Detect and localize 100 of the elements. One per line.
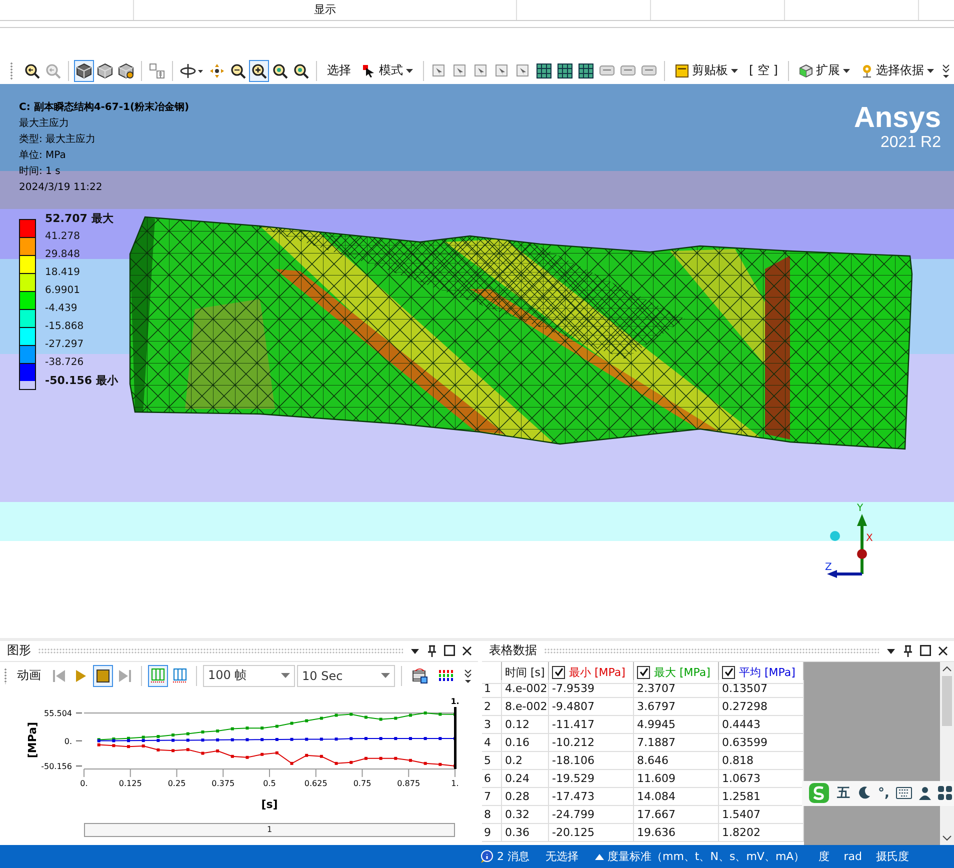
maximize-icon[interactable] (920, 645, 931, 656)
clipboard-icon (675, 64, 689, 78)
row-number: 3 (482, 716, 502, 734)
cube-icon (799, 64, 813, 78)
data-point (112, 744, 116, 747)
data-point (172, 748, 175, 752)
result-title: C: 副本瞬态结构4-67-1(粉末冶金钢) (19, 100, 190, 115)
table-cell: 0.28 (502, 788, 549, 806)
scroll-up-icon[interactable] (942, 664, 952, 673)
legend-value: 18.419 (45, 266, 81, 280)
caret-icon (927, 68, 934, 73)
table-cell: 0.24 (502, 770, 549, 788)
toolbar-menu-button[interactable]: 剪贴板 (670, 60, 743, 82)
apps-grid-icon[interactable] (938, 786, 952, 800)
table-cell: -10.212 (549, 734, 634, 752)
toolbar-overflow-icon[interactable] (464, 668, 472, 684)
color-grid-icon[interactable] (438, 668, 454, 683)
table-cell: 14.084 (634, 788, 719, 806)
x-axis-title: [s] (261, 798, 278, 811)
row-number: 5 (482, 752, 502, 770)
film-export-icon[interactable] (412, 668, 428, 684)
close-icon[interactable] (462, 646, 472, 656)
toolbar-overflow-icon[interactable] (942, 62, 950, 79)
angle-unit-status[interactable]: 度 (818, 849, 830, 864)
pin-icon[interactable] (903, 644, 913, 657)
data-point (260, 752, 264, 756)
time-marker[interactable] (454, 706, 456, 769)
toolbar-text-button[interactable]: 选择 (322, 60, 356, 82)
toolbar-menu-button[interactable]: 扩展 (794, 60, 855, 82)
temperature-unit-status[interactable]: 摄氏度 (876, 849, 909, 864)
table-cell: 0.12 (502, 716, 549, 734)
caret-icon (731, 68, 738, 73)
toolbar-menu-button[interactable]: 选择依据 (856, 60, 939, 82)
unit-system-status[interactable]: 度量标准（mm、t、N、s、mV、mA） (608, 849, 805, 864)
time-slider[interactable]: 1 (84, 822, 455, 837)
data-point (216, 749, 220, 752)
data-point (305, 738, 308, 741)
legend-value: 52.707 最大 (45, 210, 114, 227)
column-chart-icon[interactable] (148, 664, 168, 687)
table-cell: 4.e-002 (502, 680, 549, 698)
cube-icon[interactable] (74, 60, 94, 82)
y-axis-title: [MPa] (26, 722, 39, 758)
angular-velocity-unit-status[interactable]: rad (844, 850, 862, 864)
input-method-logo-icon[interactable] (808, 782, 830, 804)
data-point (334, 737, 338, 740)
legend-value: -15.868 (45, 320, 85, 334)
caret-icon (594, 854, 604, 860)
column-checkbox[interactable] (722, 666, 735, 679)
moon-icon[interactable] (857, 786, 871, 800)
y-tick-label: 55.504 (44, 708, 72, 718)
table-cell: 8.646 (634, 752, 719, 770)
row-number: 9 (482, 824, 502, 842)
zoom-icon[interactable] (249, 60, 269, 82)
toolbar-text-button[interactable]: [ 空 ] (744, 60, 783, 82)
data-point (142, 744, 145, 748)
keyboard-icon[interactable] (896, 787, 912, 800)
data-point (408, 714, 412, 717)
axis-triad-drawing (827, 514, 867, 578)
pin-icon[interactable] (427, 644, 437, 657)
toolbar-menu-button[interactable]: 模式 (357, 60, 418, 82)
data-point (230, 738, 234, 742)
data-point (186, 732, 190, 736)
result-info-line: 最大主应力 (19, 116, 70, 131)
data-point (424, 736, 427, 740)
axis-label: X (866, 532, 873, 544)
data-point (438, 712, 442, 716)
frames-dropdown[interactable]: 100 帧 (203, 664, 295, 687)
data-point (364, 756, 368, 760)
data-point (394, 756, 398, 760)
data-point (320, 716, 323, 720)
input-mode-label[interactable]: 五 (837, 784, 850, 802)
user-icon[interactable] (919, 786, 932, 800)
column-header: 最大 [MPa] (654, 664, 710, 680)
cursor-icon (362, 64, 376, 78)
scroll-down-icon[interactable] (942, 834, 952, 842)
stop-icon[interactable] (93, 664, 113, 687)
scroll-thumb[interactable] (942, 676, 952, 726)
legend-value: 41.278 (45, 230, 81, 244)
column-checkbox[interactable] (552, 666, 565, 679)
close-icon[interactable] (938, 646, 948, 656)
x-tick-label: 0.875 (397, 778, 420, 788)
unit-system-status[interactable] (594, 854, 604, 860)
maximize-icon[interactable] (444, 645, 455, 656)
toolbar-grip[interactable] (10, 62, 13, 80)
data-point (305, 754, 308, 757)
data-point (305, 719, 308, 722)
data-point (275, 738, 278, 741)
duration-dropdown[interactable]: 10 Sec (297, 664, 395, 687)
data-point (350, 760, 353, 764)
punctuation-mode-label[interactable]: °, (878, 786, 890, 801)
info-icon[interactable] (480, 850, 494, 864)
x-tick-label: 0. (80, 778, 88, 788)
messages-status[interactable]: 2 消息 (497, 849, 530, 864)
data-point (364, 736, 368, 740)
panel-title: 图形 (7, 642, 31, 660)
column-checkbox[interactable] (637, 666, 650, 679)
data-point (186, 748, 190, 751)
data-point (379, 718, 382, 721)
data-point (275, 724, 278, 728)
toolbar-grip[interactable] (4, 668, 7, 684)
